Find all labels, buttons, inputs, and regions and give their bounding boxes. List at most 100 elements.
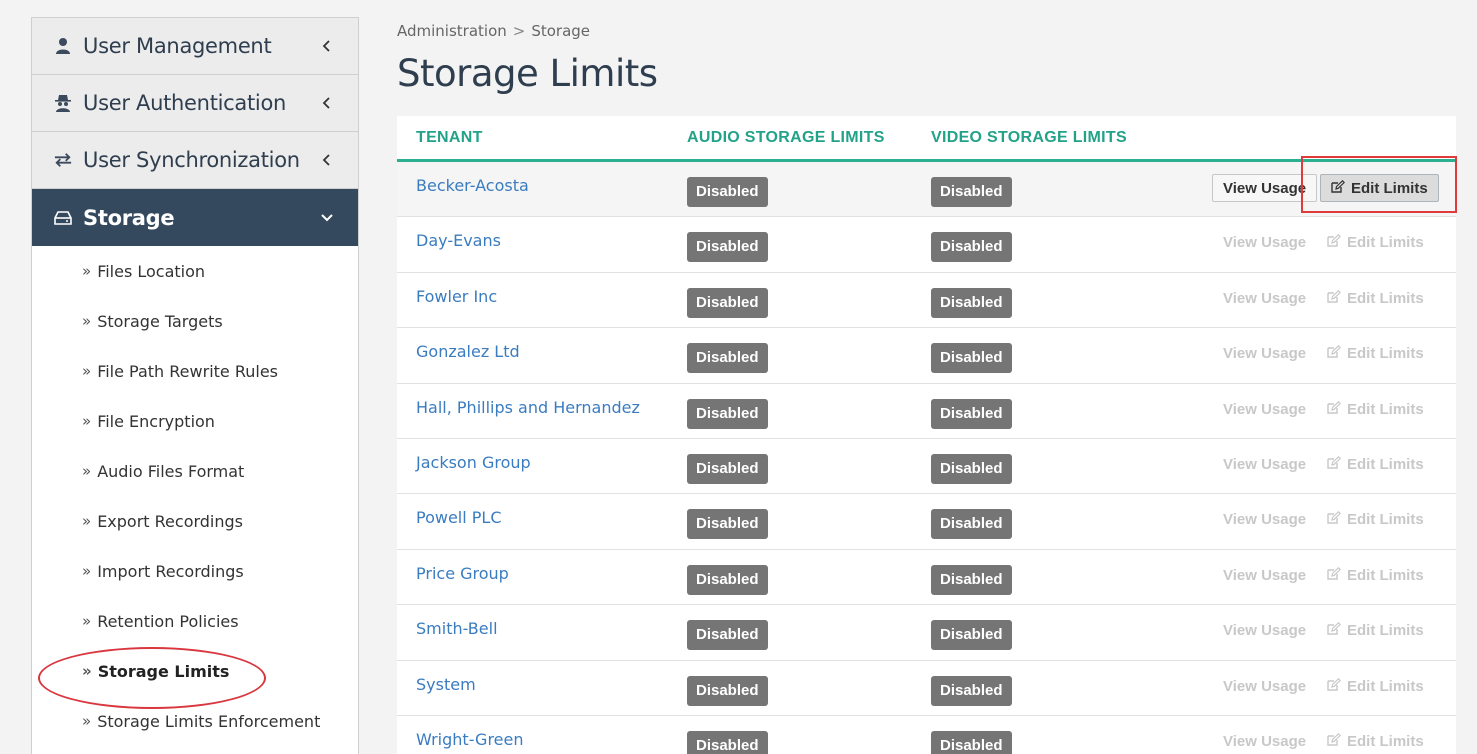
sub-item-audio-files-format[interactable]: » Audio Files Format [32, 446, 358, 496]
double-chevron-icon: » [82, 262, 91, 280]
sub-item-file-encryption[interactable]: » File Encryption [32, 396, 358, 446]
audio-status-badge: Disabled [687, 453, 768, 484]
edit-icon [1327, 345, 1342, 362]
edit-limits-button[interactable]: Edit Limits [1327, 622, 1424, 639]
double-chevron-icon: » [82, 412, 91, 430]
audio-status-badge: Disabled [687, 177, 768, 207]
nav-storage[interactable]: Storage [32, 189, 358, 246]
edit-limits-button[interactable]: Edit Limits [1327, 234, 1424, 251]
video-status-badge: Disabled [931, 398, 1012, 429]
nav-user-management[interactable]: User Management [32, 18, 358, 75]
video-status-badge: Disabled [931, 232, 1012, 263]
breadcrumb-separator: > [512, 22, 526, 40]
edit-limits-label: Edit Limits [1347, 345, 1424, 363]
storage-limits-table: TENANT AUDIO STORAGE LIMITS VIDEO STORAG… [397, 116, 1456, 754]
sidebar: User Management User Authentication User… [31, 17, 359, 754]
view-usage-button[interactable]: View Usage [1223, 511, 1306, 528]
nav-user-authentication[interactable]: User Authentication [32, 75, 358, 132]
nav-label: User Management [83, 34, 272, 58]
view-usage-label: View Usage [1223, 179, 1307, 197]
edit-icon [1327, 732, 1342, 750]
view-usage-button[interactable]: View Usage [1223, 401, 1306, 418]
sub-item-label: File Path Rewrite Rules [97, 361, 278, 381]
edit-limits-button[interactable]: Edit Limits [1320, 174, 1439, 202]
chevron-down-icon [320, 211, 334, 225]
tenant-link[interactable]: Smith-Bell [416, 619, 498, 638]
view-usage-button[interactable]: View Usage [1212, 174, 1318, 202]
tenant-link[interactable]: Day-Evans [416, 231, 501, 250]
chevron-left-icon [320, 96, 334, 110]
exchange-icon [54, 151, 72, 169]
sub-item-storage-limits[interactable]: » Storage Limits [32, 646, 358, 696]
sub-item-label: Files Location [97, 261, 206, 281]
nav-label: User Synchronization [83, 148, 300, 172]
edit-icon [1327, 566, 1342, 584]
sub-item-files-location[interactable]: » Files Location [32, 246, 358, 296]
view-usage-button[interactable]: View Usage [1223, 678, 1306, 695]
sub-item-file-path-rewrite-rules[interactable]: » File Path Rewrite Rules [32, 346, 358, 396]
table-row: System Disabled Disabled View Usage Edit Lim… [397, 660, 1456, 716]
audio-status-badge: Disabled [687, 287, 768, 318]
view-usage-button[interactable]: View Usage [1223, 234, 1306, 251]
sub-item-storage-targets[interactable]: » Storage Targets [32, 296, 358, 346]
edit-limits-button[interactable]: Edit Limits [1327, 289, 1424, 307]
table-body: Becker-Acosta Disabled Disabled View Usage E… [397, 162, 1456, 754]
tenant-link[interactable]: System [416, 675, 476, 694]
nav-label: Storage [83, 205, 175, 230]
video-status-badge: Disabled [931, 564, 1012, 595]
view-usage-label: View Usage [1223, 455, 1307, 473]
sub-item-label: Storage Limits Enforcement [97, 711, 321, 731]
table-row: Wright-Green Disabled Disabled View Usage Ed… [397, 715, 1456, 754]
double-chevron-icon: » [82, 312, 91, 330]
view-usage-button[interactable]: View Usage [1223, 733, 1306, 750]
tenant-link[interactable]: Becker-Acosta [416, 176, 529, 195]
nav-user-synchronization[interactable]: User Synchronization [32, 132, 358, 189]
edit-limits-label: Edit Limits [1347, 400, 1424, 418]
video-status-badge: Disabled [931, 343, 1012, 374]
table-header: TENANT AUDIO STORAGE LIMITS VIDEO STORAG… [397, 116, 1456, 162]
breadcrumb-storage: Storage [531, 22, 591, 40]
edit-limits-button[interactable]: Edit Limits [1327, 345, 1424, 362]
tenant-link[interactable]: Wright-Green [416, 730, 524, 749]
breadcrumb-administration[interactable]: Administration [397, 22, 507, 40]
edit-limits-button[interactable]: Edit Limits [1327, 400, 1424, 418]
edit-icon [1327, 455, 1342, 473]
sub-item-export-recordings[interactable]: » Export Recordings [32, 496, 358, 546]
edit-limits-button[interactable]: Edit Limits [1327, 732, 1424, 750]
edit-limits-button[interactable]: Edit Limits [1327, 511, 1424, 528]
video-status-badge: Disabled [931, 620, 1012, 651]
sub-item-import-recordings[interactable]: » Import Recordings [32, 546, 358, 596]
edit-icon [1327, 677, 1342, 695]
view-usage-button[interactable]: View Usage [1223, 345, 1306, 362]
tenant-link[interactable]: Powell PLC [416, 508, 502, 527]
tenant-link[interactable]: Hall, Phillips and Hernandez [416, 398, 640, 417]
page-title: Storage Limits [397, 52, 658, 95]
sub-item-storage-limits-enforcement[interactable]: » Storage Limits Enforcement [32, 696, 358, 746]
video-status-badge: Disabled [931, 730, 1012, 754]
tenant-link[interactable]: Gonzalez Ltd [416, 342, 520, 361]
view-usage-label: View Usage [1223, 732, 1307, 750]
view-usage-label: View Usage [1223, 234, 1307, 252]
chevron-left-icon [320, 153, 334, 167]
tenant-link[interactable]: Jackson Group [416, 453, 531, 472]
edit-limits-label: Edit Limits [1347, 455, 1424, 473]
edit-limits-button[interactable]: Edit Limits [1327, 566, 1424, 584]
edit-icon [1327, 234, 1342, 251]
view-usage-button[interactable]: View Usage [1223, 290, 1306, 307]
edit-limits-label: Edit Limits [1347, 677, 1424, 695]
edit-limits-button[interactable]: Edit Limits [1327, 677, 1424, 695]
storage-submenu: » Files Location » Storage Targets » File P… [32, 246, 358, 746]
edit-limits-button[interactable]: Edit Limits [1327, 455, 1424, 473]
audio-status-badge: Disabled [687, 398, 768, 429]
view-usage-button[interactable]: View Usage [1223, 622, 1306, 639]
table-row: Hall, Phillips and Hernandez Disabled Disa… [397, 383, 1456, 439]
edit-icon [1327, 400, 1342, 418]
table-row: Jackson Group Disabled Disabled View Usage E… [397, 438, 1456, 495]
double-chevron-icon: » [82, 562, 91, 580]
tenant-link[interactable]: Fowler Inc [416, 287, 497, 306]
sub-item-retention-policies[interactable]: » Retention Policies [32, 596, 358, 646]
view-usage-button[interactable]: View Usage [1223, 567, 1306, 584]
view-usage-button[interactable]: View Usage [1223, 456, 1306, 473]
edit-icon [1327, 289, 1342, 307]
tenant-link[interactable]: Price Group [416, 564, 509, 583]
